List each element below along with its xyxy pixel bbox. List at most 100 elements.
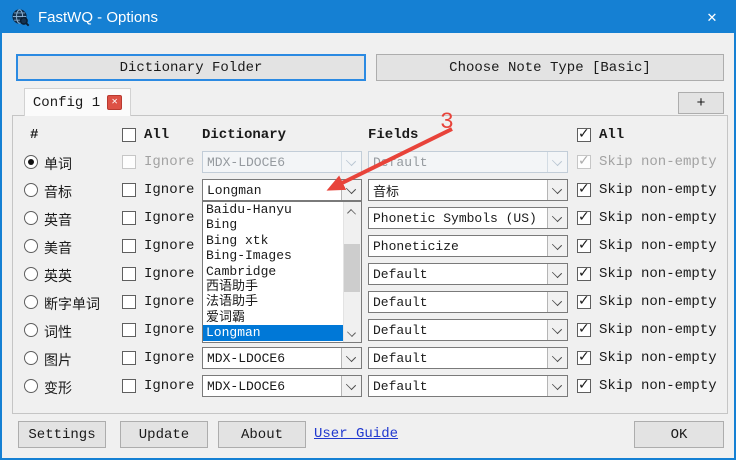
scroll-down-icon[interactable] — [344, 325, 360, 342]
settings-label: Settings — [28, 427, 95, 443]
row-label: 英音 — [44, 210, 72, 230]
all-ignore-checkbox[interactable] — [122, 128, 136, 142]
ignore-checkbox[interactable] — [122, 379, 136, 393]
dropdown-item[interactable]: 爱词霸 — [203, 310, 361, 325]
skip-checkbox[interactable] — [577, 379, 591, 393]
dropdown-item-selected[interactable]: Longman — [203, 325, 361, 340]
user-guide-link[interactable]: User Guide — [314, 426, 398, 442]
fields-select[interactable]: 音标 — [368, 179, 568, 201]
row-radio[interactable] — [24, 155, 38, 169]
chevron-down-icon — [547, 152, 567, 172]
skip-checkbox[interactable] — [577, 351, 591, 365]
skip-checkbox[interactable] — [577, 323, 591, 337]
ignore-label: Ignore — [144, 154, 194, 170]
header-dictionary: Dictionary — [202, 127, 286, 143]
dropdown-item[interactable]: Baidu-Hanyu — [203, 202, 361, 217]
dropdown-item[interactable]: 法语助手 — [203, 294, 361, 309]
fields-select[interactable]: Default — [368, 291, 568, 313]
dropdown-item[interactable]: Cambridge — [203, 264, 361, 279]
chevron-down-icon[interactable] — [341, 376, 361, 396]
tab-config-1[interactable]: Config 1 ✕ — [24, 88, 131, 116]
row-label: 单词 — [44, 154, 72, 174]
row-radio[interactable] — [24, 295, 38, 309]
ignore-checkbox[interactable] — [122, 211, 136, 225]
skip-label: Skip non-empty — [599, 154, 717, 170]
dropdown-item[interactable]: 西语助手 — [203, 279, 361, 294]
all-skip-label: All — [599, 127, 624, 143]
chevron-down-icon[interactable] — [547, 320, 567, 340]
chevron-down-icon[interactable] — [547, 180, 567, 200]
ignore-checkbox[interactable] — [122, 323, 136, 337]
dropdown-scrollbar[interactable] — [343, 202, 361, 342]
fields-select[interactable]: Phoneticize — [368, 235, 568, 257]
row-label: 断字单词 — [44, 294, 100, 314]
ignore-label: Ignore — [144, 266, 194, 282]
row-radio[interactable] — [24, 379, 38, 393]
choose-note-type-button[interactable]: Choose Note Type [Basic] — [376, 54, 724, 81]
dictionary-folder-button[interactable]: Dictionary Folder — [16, 54, 366, 81]
row-label: 音标 — [44, 182, 72, 202]
settings-button[interactable]: Settings — [18, 421, 106, 448]
chevron-down-icon[interactable] — [341, 180, 361, 200]
dropdown-item[interactable]: Bing — [203, 217, 361, 232]
all-ignore-label: All — [144, 127, 169, 143]
chevron-down-icon[interactable] — [341, 348, 361, 368]
row-label: 图片 — [44, 350, 72, 370]
choose-note-type-label: Choose Note Type [Basic] — [449, 60, 651, 76]
add-tab-button[interactable]: + — [678, 92, 724, 114]
dictionary-dropdown-list: Baidu-Hanyu Bing Bing xtk Bing-Images Ca… — [202, 201, 362, 343]
scroll-up-icon[interactable] — [344, 202, 360, 219]
ignore-label: Ignore — [144, 238, 194, 254]
skip-checkbox[interactable] — [577, 183, 591, 197]
ignore-checkbox[interactable] — [122, 267, 136, 281]
skip-label: Skip non-empty — [599, 350, 717, 366]
chevron-down-icon[interactable] — [547, 236, 567, 256]
ignore-checkbox[interactable] — [122, 351, 136, 365]
chevron-down-icon[interactable] — [547, 348, 567, 368]
fields-select[interactable]: Default — [368, 263, 568, 285]
chevron-down-icon[interactable] — [547, 264, 567, 284]
ignore-checkbox[interactable] — [122, 239, 136, 253]
dictionary-select[interactable]: MDX-LDOCE6 — [202, 347, 362, 369]
row-label: 美音 — [44, 238, 72, 258]
skip-label: Skip non-empty — [599, 294, 717, 310]
fields-select[interactable]: Default — [368, 347, 568, 369]
update-button[interactable]: Update — [120, 421, 208, 448]
skip-checkbox[interactable] — [577, 239, 591, 253]
row-radio[interactable] — [24, 211, 38, 225]
fields-select[interactable]: Phonetic Symbols (US) — [368, 207, 568, 229]
dropdown-item[interactable]: Bing xtk — [203, 233, 361, 248]
chevron-down-icon[interactable] — [547, 292, 567, 312]
row-radio[interactable] — [24, 183, 38, 197]
about-button[interactable]: About — [218, 421, 306, 448]
add-tab-label: + — [696, 95, 705, 112]
row-label: 词性 — [44, 322, 72, 342]
ok-button[interactable]: OK — [634, 421, 724, 448]
fields-select[interactable]: Default — [368, 319, 568, 341]
dictionary-select[interactable]: MDX-LDOCE6 — [202, 375, 362, 397]
options-dialog: FastWQ - Options ✕ Dictionary Folder Cho… — [0, 0, 736, 460]
ignore-checkbox[interactable] — [122, 295, 136, 309]
tab-close-icon[interactable]: ✕ — [107, 95, 122, 110]
row-radio[interactable] — [24, 267, 38, 281]
row-radio[interactable] — [24, 323, 38, 337]
all-skip-checkbox[interactable] — [577, 128, 591, 142]
dropdown-item[interactable]: Bing-Images — [203, 248, 361, 263]
fields-select[interactable]: Default — [368, 375, 568, 397]
chevron-down-icon[interactable] — [547, 376, 567, 396]
skip-checkbox[interactable] — [577, 295, 591, 309]
ignore-label: Ignore — [144, 210, 194, 226]
skip-checkbox[interactable] — [577, 211, 591, 225]
ignore-label: Ignore — [144, 322, 194, 338]
close-icon[interactable]: ✕ — [690, 2, 734, 33]
skip-label: Skip non-empty — [599, 266, 717, 282]
dictionary-select-open[interactable]: Longman — [202, 179, 362, 201]
dictionary-select: MDX-LDOCE6 — [202, 151, 362, 173]
row-radio[interactable] — [24, 239, 38, 253]
chevron-down-icon[interactable] — [547, 208, 567, 228]
skip-checkbox[interactable] — [577, 267, 591, 281]
ignore-checkbox[interactable] — [122, 183, 136, 197]
ignore-label: Ignore — [144, 294, 194, 310]
scrollbar-thumb[interactable] — [344, 244, 360, 292]
row-radio[interactable] — [24, 351, 38, 365]
